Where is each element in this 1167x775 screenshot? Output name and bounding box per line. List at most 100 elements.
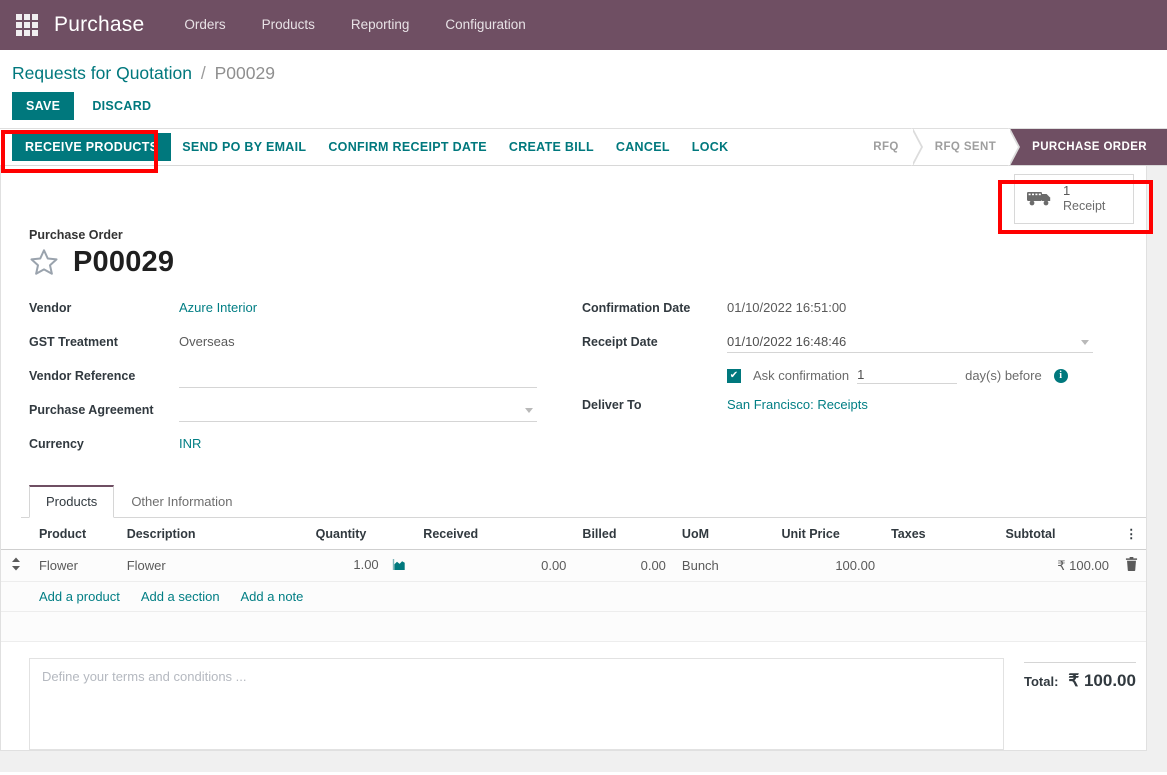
cell-description[interactable]: Flower (118, 549, 308, 582)
receipt-count: 1 (1063, 183, 1071, 199)
form-group-left: Vendor Azure Interior GST Treatment Over… (29, 299, 582, 469)
cell-billed[interactable]: 0.00 (574, 549, 674, 582)
col-product[interactable]: Product (30, 518, 119, 550)
create-bill-button[interactable]: CREATE BILL (498, 134, 605, 160)
field-vendor-reference-label: Vendor Reference (29, 369, 136, 383)
notebook-tabs: Products Other Information (21, 485, 1146, 518)
field-receipt-date-label: Receipt Date (582, 335, 658, 349)
stage-purchase-order[interactable]: PURCHASE ORDER (1010, 129, 1167, 165)
statusbar-actions: RECEIVE PRODUCTS SEND PO BY EMAIL CONFIR… (0, 129, 739, 165)
main-menu: Orders Products Reporting Configuration (166, 0, 543, 50)
form-content: 1 Receipt Purchase Order P00029 Vendor A… (0, 166, 1167, 772)
add-a-note-link[interactable]: Add a note (241, 589, 304, 604)
field-deliver-to-value[interactable]: San Francisco: Receipts (727, 396, 1142, 416)
field-deliver-to: Deliver To San Francisco: Receipts (582, 396, 1142, 418)
ask-confirmation-checkbox[interactable]: ✔ (727, 368, 741, 383)
send-po-by-email-button[interactable]: SEND PO BY EMAIL (171, 134, 317, 160)
star-icon[interactable] (29, 247, 59, 279)
field-confirmation-date-label: Confirmation Date (582, 301, 691, 315)
stage-rfq-sent[interactable]: RFQ SENT (912, 128, 1021, 166)
cancel-button[interactable]: CANCEL (605, 134, 681, 160)
table-row[interactable]: Flower Flower 1.00 0.00 0.00 Bunch 100.0… (1, 549, 1146, 582)
menu-item-configuration[interactable]: Configuration (427, 0, 543, 50)
vendor-reference-input[interactable] (179, 367, 537, 388)
ask-confirmation-label: Ask confirmation (753, 368, 850, 383)
add-a-product-link[interactable]: Add a product (39, 589, 120, 604)
cell-received[interactable]: 0.00 (415, 549, 575, 582)
cell-quantity[interactable]: 1.00 (307, 549, 416, 582)
stage-rfq[interactable]: RFQ (851, 128, 924, 166)
cell-unit-price[interactable]: 100.00 (773, 549, 884, 582)
col-unit-price[interactable]: Unit Price (773, 518, 884, 550)
add-a-section-link[interactable]: Add a section (141, 589, 220, 604)
field-vendor-label: Vendor (29, 301, 72, 315)
record-title-row: P00029 (29, 246, 1146, 279)
form-field-groups: Vendor Azure Interior GST Treatment Over… (1, 289, 1146, 469)
notebook: Products Other Information Product Descr… (1, 485, 1146, 642)
col-subtotal[interactable]: Subtotal (997, 518, 1117, 550)
menu-item-reporting[interactable]: Reporting (333, 0, 428, 50)
cell-taxes[interactable] (883, 549, 998, 582)
truck-icon (1027, 189, 1053, 210)
trash-icon[interactable] (1116, 549, 1146, 582)
col-taxes[interactable]: Taxes (883, 518, 998, 550)
col-description[interactable]: Description (118, 518, 308, 550)
total-label: Total: (1024, 674, 1059, 689)
field-currency-value[interactable]: INR (179, 435, 582, 455)
add-line-cell: Add a product Add a section Add a note (30, 581, 1146, 612)
record-type-label: Purchase Order (29, 228, 123, 242)
menu-item-orders[interactable]: Orders (166, 0, 243, 50)
top-navbar: Purchase Orders Products Reporting Confi… (0, 0, 1167, 50)
statusbar: RECEIVE PRODUCTS SEND PO BY EMAIL CONFIR… (0, 128, 1167, 166)
tab-products[interactable]: Products (29, 485, 115, 518)
receipt-smart-button[interactable]: 1 Receipt (1014, 174, 1134, 224)
cell-product[interactable]: Flower (30, 549, 119, 582)
vertical-dots-icon[interactable]: ⋮ (1116, 518, 1146, 550)
terms-and-conditions-input[interactable]: Define your terms and conditions ... (29, 658, 1004, 750)
field-receipt-date: Receipt Date 01/10/2022 16:48:46 (582, 333, 1142, 355)
col-uom[interactable]: UoM (673, 518, 774, 550)
sheet-footer: Define your terms and conditions ... Tot… (1, 642, 1146, 750)
cell-quantity-value: 1.00 (353, 557, 379, 572)
field-currency-label: Currency (29, 437, 84, 451)
chevron-down-icon[interactable] (525, 408, 533, 413)
field-vendor-value[interactable]: Azure Interior (179, 299, 582, 319)
smart-button-box: 1 Receipt (1, 166, 1146, 224)
table-filler-row (1, 611, 1146, 642)
col-quantity[interactable]: Quantity (307, 518, 416, 550)
lock-button[interactable]: LOCK (681, 134, 740, 160)
discard-button[interactable]: DISCARD (78, 92, 165, 120)
apps-grid-icon[interactable] (14, 12, 40, 38)
app-brand-purchase[interactable]: Purchase (54, 13, 144, 37)
table-header-row: Product Description Quantity Received Bi… (1, 518, 1146, 550)
col-received[interactable]: Received (415, 518, 575, 550)
ask-confirmation-suffix: day(s) before (965, 368, 1042, 383)
confirm-receipt-date-button[interactable]: CONFIRM RECEIPT DATE (317, 134, 498, 160)
field-gst-treatment-value[interactable]: Overseas (179, 333, 582, 353)
col-billed[interactable]: Billed (574, 518, 674, 550)
edit-controls: SAVE DISCARD (0, 90, 1167, 128)
info-icon[interactable]: i (1053, 368, 1068, 383)
breadcrumb-separator: / (200, 63, 206, 83)
receipt-label: Receipt (1063, 199, 1106, 214)
breadcrumb-parent-link[interactable]: Requests for Quotation (12, 63, 192, 83)
receipt-date-input[interactable]: 01/10/2022 16:48:46 (727, 333, 1093, 353)
save-button[interactable]: SAVE (12, 92, 75, 120)
field-vendor-reference: Vendor Reference (29, 367, 582, 389)
purchase-agreement-input[interactable] (179, 401, 537, 422)
field-confirmation-date-value: 01/10/2022 16:51:00 (727, 300, 847, 315)
receipt-smart-button-text: 1 Receipt (1063, 183, 1106, 214)
ask-confirmation-days-input[interactable]: 1 (857, 367, 958, 384)
menu-item-products[interactable]: Products (244, 0, 333, 50)
field-confirmation-date: Confirmation Date 01/10/2022 16:51:00 (582, 299, 1142, 321)
receive-products-button[interactable]: RECEIVE PRODUCTS (12, 133, 172, 161)
col-handle (1, 518, 31, 550)
cell-uom[interactable]: Bunch (673, 549, 774, 582)
field-currency: Currency INR (29, 435, 582, 457)
field-vendor: Vendor Azure Interior (29, 299, 582, 321)
drag-handle-icon[interactable] (1, 549, 31, 582)
chevron-down-icon[interactable] (1081, 340, 1089, 345)
area-chart-icon[interactable] (392, 558, 407, 574)
field-gst-treatment-label: GST Treatment (29, 335, 118, 349)
tab-other-information[interactable]: Other Information (114, 485, 249, 518)
